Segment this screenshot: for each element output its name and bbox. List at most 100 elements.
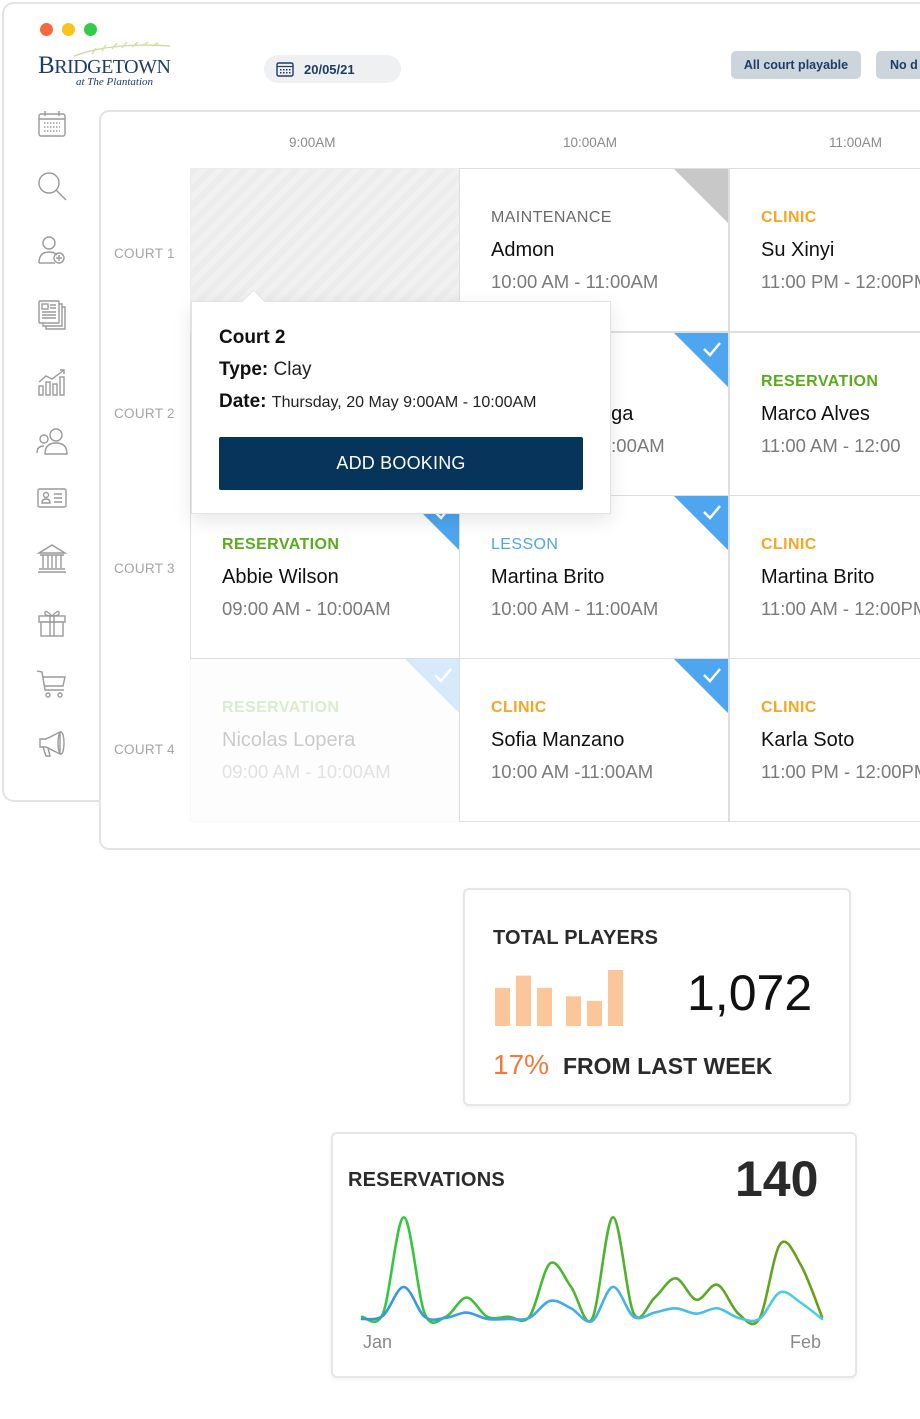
court-label: COURT 2 <box>114 406 175 421</box>
sidebar-item-marketing[interactable] <box>36 728 68 760</box>
booking-type: RESERVATION <box>761 373 879 390</box>
minimize-window-button[interactable] <box>62 23 75 36</box>
bar-3 <box>537 987 552 1026</box>
megaphone-icon <box>39 730 65 757</box>
reservations-line-chart <box>360 1216 824 1326</box>
sidebar-item-add-user[interactable] <box>36 234 68 266</box>
booking-time: 09:00 AM - 10:00AM <box>222 761 391 782</box>
sidebar-item-calendar[interactable] <box>36 108 68 140</box>
booking-type: CLINIC <box>761 536 817 553</box>
close-window-button[interactable] <box>40 23 53 36</box>
popover-type: Type: Clay <box>219 359 312 380</box>
bar-2 <box>516 975 531 1026</box>
booking-card[interactable]: RESERVATION Abbie Wilson 09:00 AM - 10:0… <box>190 495 460 659</box>
booking-time: 10:00 AM -11:00AM <box>491 761 654 782</box>
sidebar-item-reports[interactable] <box>36 366 68 398</box>
bar-1 <box>495 987 510 1026</box>
calendar-icon <box>276 62 294 77</box>
confirmed-check-icon <box>674 333 728 387</box>
popover-date: Date: Thursday, 20 May 9:00AM - 10:00AM <box>219 391 537 412</box>
brand-tagline: at The Plantation <box>76 76 153 88</box>
booking-name: Martina Brito <box>491 566 605 588</box>
booking-time: ):00AM <box>605 435 665 456</box>
calendar-icon <box>38 111 66 137</box>
court-label: COURT 4 <box>114 742 175 757</box>
sidebar-item-members[interactable] <box>36 426 68 458</box>
bar-6 <box>587 1000 602 1026</box>
sidebar-item-gifts[interactable] <box>36 606 68 638</box>
booking-time: 09:00 AM - 10:00AM <box>222 598 391 619</box>
time-slot-header: 11:00AM <box>829 135 883 150</box>
booking-name: Su Xinyi <box>761 239 835 261</box>
sidebar-item-documents[interactable] <box>36 298 68 330</box>
card-title: TOTAL PLAYERS <box>493 927 659 949</box>
booking-card-faded[interactable]: RESERVATION Nicolas Lopera 09:00 AM - 10… <box>190 658 460 822</box>
change-percent: 17% <box>493 1049 550 1080</box>
documents-icon <box>38 300 66 330</box>
booking-type: RESERVATION <box>222 699 340 716</box>
add-booking-button[interactable]: ADD BOOKING <box>219 437 583 490</box>
bar-5 <box>566 996 581 1026</box>
x-tick-label: Jan <box>363 1332 393 1352</box>
booking-card[interactable]: RESERVATION Marco Alves 11:00 AM - 12:00 <box>729 332 920 496</box>
popover-title: Court 2 <box>219 327 286 348</box>
booking-time: 10:00 AM - 11:00AM <box>491 271 659 292</box>
brand-logo[interactable]: BRIDGETOWN at The Plantation <box>38 40 198 95</box>
x-tick-label: Feb <box>790 1332 822 1352</box>
booking-time: 11:00 AM - 12:00PM <box>761 598 920 619</box>
confirmed-check-icon <box>674 496 728 550</box>
maximize-window-button[interactable] <box>84 23 97 36</box>
date-value: 20/05/21 <box>304 61 355 77</box>
reservations-value: 140 <box>735 1151 819 1207</box>
bank-icon <box>36 544 68 573</box>
court-label: COURT 3 <box>114 561 175 576</box>
booking-type: MAINTENANCE <box>491 209 612 226</box>
sidebar-item-search[interactable] <box>36 170 68 202</box>
booking-name: Abbie Wilson <box>222 566 339 588</box>
reservations-card: RESERVATIONS 140 Jan Feb <box>331 1132 857 1378</box>
users-icon <box>36 428 68 455</box>
booking-name: Karla Soto <box>761 729 855 751</box>
booking-name: Admon <box>491 239 555 261</box>
booking-name: Sofia Manzano <box>491 729 625 751</box>
players-bar-chart <box>495 970 623 1026</box>
slot-popover: Court 2 Type: Clay Date: Thursday, 20 Ma… <box>191 301 611 514</box>
growth-chart-icon <box>38 369 65 396</box>
booking-card[interactable]: CLINIC Karla Soto 11:00 PM - 12:00PM <box>729 658 920 822</box>
booking-type: RESERVATION <box>222 536 340 553</box>
date-picker[interactable]: 20/05/21 <box>264 55 401 83</box>
sidebar-item-finance[interactable] <box>36 542 68 574</box>
booking-name: Nicolas Lopera <box>222 729 356 751</box>
search-icon <box>38 172 67 201</box>
blocked-corner-icon <box>674 169 728 223</box>
booking-card[interactable]: CLINIC Martina Brito 11:00 AM - 12:00PM <box>729 495 920 659</box>
booking-name: Martina Brito <box>761 566 875 588</box>
sidebar-item-id-cards[interactable] <box>36 482 68 514</box>
booking-type: CLINIC <box>761 209 817 226</box>
time-slot-header: 9:00AM <box>289 135 336 150</box>
change-label: FROM LAST WEEK <box>563 1053 773 1079</box>
booking-time: 11:00 AM - 12:00 <box>761 435 901 456</box>
cart-icon <box>36 670 66 698</box>
booking-type: LESSON <box>491 536 559 553</box>
gift-icon <box>38 610 66 637</box>
no-d-filter-button[interactable]: No d <box>876 51 920 79</box>
booking-card[interactable]: CLINIC Su Xinyi 11:00 PM - 12:00PM <box>729 168 920 332</box>
booking-card[interactable]: CLINIC Sofia Manzano 10:00 AM -11:00AM <box>459 658 729 822</box>
booking-time: 11:00 PM - 12:00PM <box>761 761 920 782</box>
confirmed-check-icon <box>674 659 728 713</box>
window-controls <box>40 23 97 36</box>
booking-time: 10:00 AM - 11:00AM <box>491 598 659 619</box>
add-user-icon <box>38 236 65 264</box>
confirmed-check-icon <box>405 659 459 713</box>
total-players-card: TOTAL PLAYERS 1,072 17% FROM LAST WEEK <box>463 888 851 1106</box>
booking-name: Marco Alves <box>761 403 870 425</box>
id-card-icon <box>37 488 67 508</box>
card-title: RESERVATIONS <box>348 1169 505 1191</box>
all-court-playable-button[interactable]: All court playable <box>731 51 861 79</box>
series-green-line <box>360 1216 824 1326</box>
time-slot-header: 10:00AM <box>563 135 618 150</box>
sidebar-item-shop[interactable] <box>36 668 68 700</box>
booking-card[interactable]: LESSON Martina Brito 10:00 AM - 11:00AM <box>459 495 729 659</box>
booking-type: CLINIC <box>491 699 547 716</box>
